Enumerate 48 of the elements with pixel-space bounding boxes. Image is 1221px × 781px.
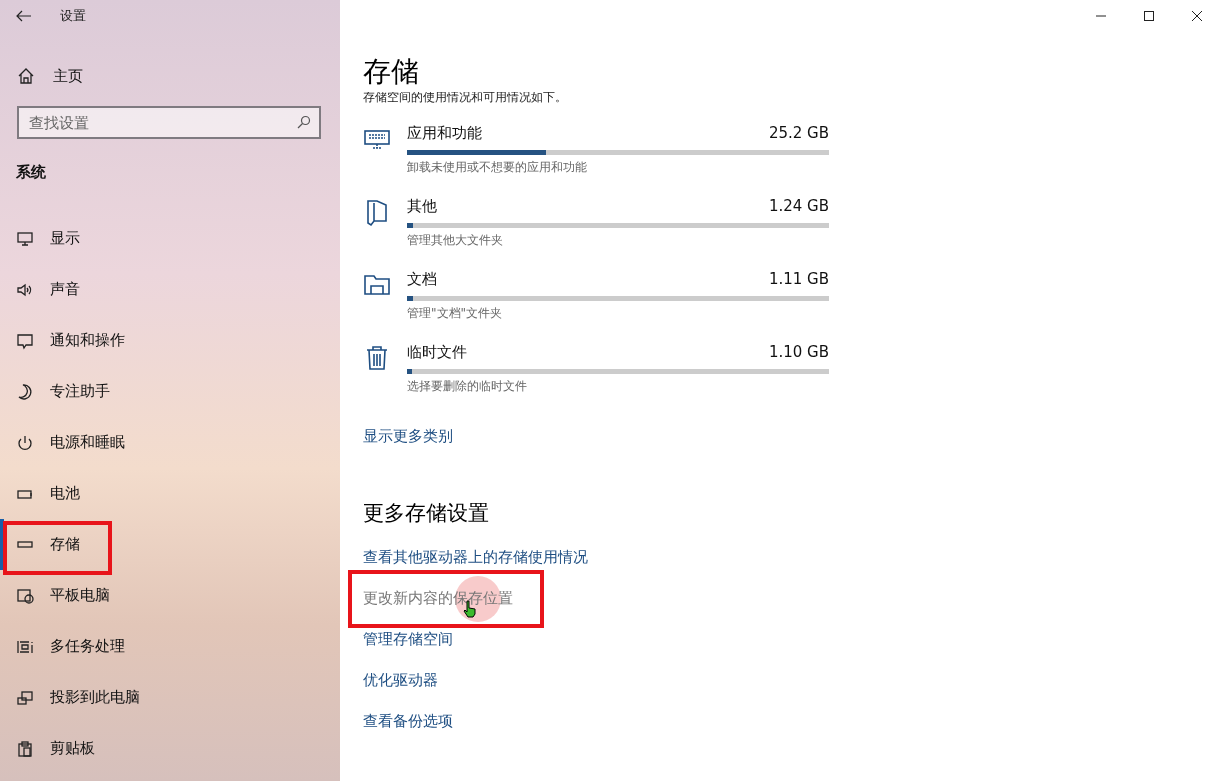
close-icon [1192, 11, 1202, 21]
category-size: 1.11 GB [768, 270, 829, 290]
home-icon [17, 67, 35, 85]
category-hint: 选择要删除的临时文件 [407, 378, 528, 395]
minimize-icon [1096, 15, 1106, 17]
projector-icon [16, 688, 34, 707]
nav-item[interactable]: 声音 [0, 264, 340, 315]
nav-item[interactable]: 专注助手 [0, 366, 340, 417]
category-name[interactable]: 应用和功能 [407, 124, 482, 144]
drive-icon [17, 541, 33, 548]
nav-item[interactable]: 投影到此电脑 [0, 672, 340, 723]
nav-item[interactable]: 平板电脑 [0, 570, 340, 621]
moon-icon [16, 382, 34, 401]
section-heading: 更多存储设置 [363, 500, 490, 527]
settings-link[interactable]: 查看其他驱动器上的存储使用情况 [363, 548, 588, 567]
section-heading: 系统 [15, 163, 47, 183]
category-size: 1.24 GB [768, 197, 829, 217]
nav-item[interactable]: 通知和操作 [0, 315, 340, 366]
settings-link[interactable]: 管理存储空间 [363, 630, 453, 649]
category-hint: 卸载未使用或不想要的应用和功能 [407, 159, 588, 176]
category-size: 1.10 GB [768, 343, 829, 363]
category-name[interactable]: 其他 [407, 197, 437, 217]
category-hint: 管理"文档"文件夹 [407, 305, 504, 322]
nav-item[interactable]: 多任务处理 [0, 621, 340, 672]
settings-link[interactable]: 查看备份选项 [363, 712, 453, 731]
settings-link[interactable]: 优化驱动器 [363, 671, 438, 690]
back-arrow-icon[interactable] [16, 10, 32, 22]
show-more-link[interactable]: 显示更多类别 [363, 427, 453, 446]
power-icon [16, 433, 34, 452]
clipboard-icon [16, 739, 34, 758]
message-icon [16, 331, 34, 350]
category-name[interactable]: 文档 [407, 270, 437, 290]
category-name[interactable]: 临时文件 [407, 343, 467, 363]
nav-item[interactable]: 电池 [0, 468, 340, 519]
tablet-icon [16, 586, 34, 605]
search-icon [297, 115, 311, 129]
maximize-icon [1144, 11, 1154, 21]
search-field[interactable]: 查找设置 [17, 106, 321, 139]
category-hint: 管理其他大文件夹 [407, 232, 504, 249]
window-title: 设置 [60, 7, 86, 25]
nav-item[interactable]: 显示 [0, 213, 340, 264]
page-title: 存储 [363, 54, 420, 90]
home-nav-item[interactable]: 主页 [0, 60, 340, 92]
nav-item[interactable]: 剪贴板 [0, 723, 340, 774]
monitor-icon [16, 229, 34, 248]
category-size: 25.2 GB [768, 124, 829, 144]
settings-link[interactable]: 更改新内容的保存位置 [363, 589, 513, 608]
nav-item[interactable]: 电源和睡眠 [0, 417, 340, 468]
